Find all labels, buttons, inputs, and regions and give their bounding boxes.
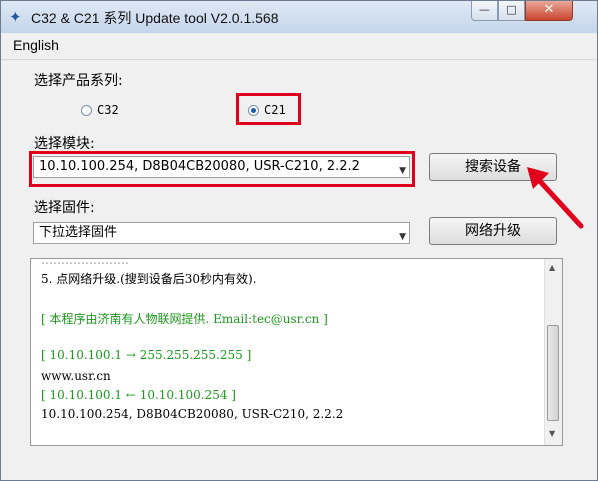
- log-scrollbar[interactable]: ▲ ▼: [544, 259, 562, 445]
- maximize-button[interactable]: □: [498, 1, 525, 21]
- chevron-down-icon: ▼: [399, 166, 406, 176]
- log-line: [ 本程序由济南有人物联网提供. Email:tec@usr.cn ]: [41, 312, 328, 326]
- product-series-label: 选择产品系列:: [34, 73, 123, 89]
- scroll-down-icon[interactable]: ▼: [549, 429, 555, 438]
- menu-english[interactable]: English: [13, 37, 59, 53]
- radio-c21-label: C21: [264, 103, 286, 117]
- firmware-select-value: 下拉选择固件: [39, 225, 118, 240]
- log-line-clipped: ‥‥‥‥‥‥‥‥‥‥‥: [41, 258, 130, 267]
- log-line: [ 10.10.100.1 → 255.255.255.255 ]: [41, 348, 252, 362]
- log-line: 5. 点网络升级.(搜到设备后30秒内有效).: [41, 272, 257, 286]
- radio-c32-indicator: [81, 104, 92, 116]
- title-bar[interactable]: ✦ C32 & C21 系列 Update tool V2.0.1.568 — …: [1, 1, 597, 33]
- close-button[interactable]: ✕: [525, 1, 573, 21]
- module-select-value: 10.10.100.254, D8B04CB20080, USR-C210, 2…: [39, 159, 360, 174]
- log-line: 10.10.100.254, D8B04CB20080, USR-C210, 2…: [41, 407, 344, 421]
- radio-c32[interactable]: C32: [81, 103, 119, 117]
- radio-c21[interactable]: C21: [248, 103, 286, 117]
- scroll-up-icon[interactable]: ▲: [549, 263, 555, 272]
- log-line: [ 10.10.100.1 ← 10.10.100.254 ]: [41, 388, 236, 402]
- firmware-label: 选择固件:: [34, 200, 95, 216]
- window-title: C32 & C21 系列 Update tool V2.0.1.568: [31, 10, 279, 26]
- radio-c21-indicator: [248, 104, 259, 116]
- log-line: www.usr.cn: [41, 369, 111, 383]
- app-window: ✦ C32 & C21 系列 Update tool V2.0.1.568 — …: [0, 0, 598, 481]
- radio-c32-label: C32: [97, 103, 119, 117]
- firmware-select[interactable]: 下拉选择固件 ▼: [33, 222, 410, 244]
- menu-bar: English: [1, 33, 597, 60]
- module-label: 选择模块:: [34, 136, 95, 152]
- red-arrow-icon: [527, 167, 584, 229]
- app-icon: ✦: [9, 8, 22, 26]
- log-output[interactable]: ‥‥‥‥‥‥‥‥‥‥‥ 5. 点网络升级.(搜到设备后30秒内有效). [ 本程…: [30, 258, 563, 446]
- scrollbar-thumb[interactable]: [547, 325, 559, 421]
- module-select[interactable]: 10.10.100.254, D8B04CB20080, USR-C210, 2…: [33, 156, 410, 178]
- minimize-button[interactable]: —: [471, 1, 498, 21]
- chevron-down-icon: ▼: [399, 232, 406, 242]
